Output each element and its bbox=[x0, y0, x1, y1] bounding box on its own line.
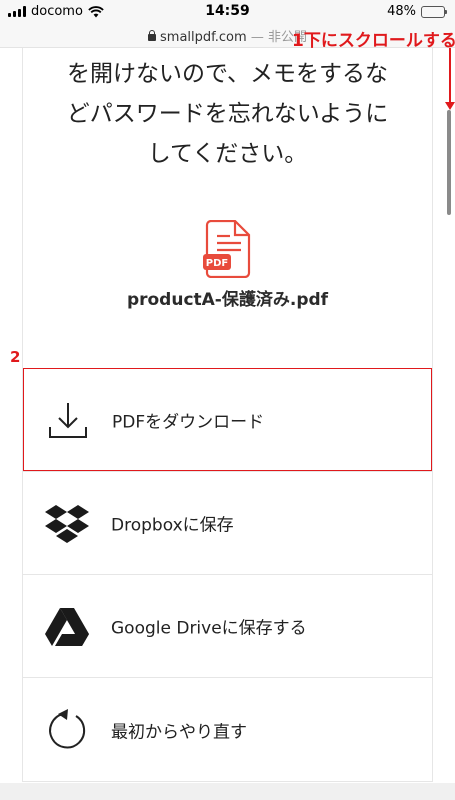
notice-line-1: を開けないので、メモをするな bbox=[66, 61, 389, 87]
notice-line-3: してください。 bbox=[147, 141, 308, 167]
battery-percent: 48% bbox=[387, 4, 416, 19]
save-to-dropbox-button[interactable]: Dropboxに保存 bbox=[23, 471, 432, 574]
pdf-file-icon: PDF bbox=[203, 220, 251, 278]
download-pdf-button[interactable]: PDFをダウンロード bbox=[23, 368, 432, 471]
status-right: 48% bbox=[387, 4, 447, 19]
pdf-badge-label: PDF bbox=[206, 258, 228, 269]
password-notice: を開けないので、メモをするな どパスワードを忘れないように してください。 bbox=[22, 54, 433, 174]
annotation-arrowhead bbox=[445, 102, 455, 110]
scrollbar[interactable] bbox=[447, 110, 451, 215]
dropbox-icon bbox=[45, 501, 89, 545]
start-over-label: 最初からやり直す bbox=[111, 722, 247, 743]
url-domain: smallpdf.com bbox=[160, 30, 247, 45]
save-to-google-drive-button[interactable]: Google Driveに保存する bbox=[23, 574, 432, 677]
download-pdf-label: PDFをダウンロード bbox=[112, 412, 265, 432]
file-name: productA-保護済み.pdf bbox=[126, 290, 329, 310]
annotation-step-1: 1下にスクロールする bbox=[292, 31, 455, 51]
page-footer-band bbox=[0, 783, 455, 800]
save-to-google-drive-label: Google Driveに保存する bbox=[111, 618, 307, 639]
lock-icon bbox=[148, 30, 157, 41]
battery-icon bbox=[421, 5, 447, 18]
notice-line-2: どパスワードを忘れないように bbox=[66, 101, 389, 127]
download-icon bbox=[46, 398, 90, 442]
save-to-dropbox-label: Dropboxに保存 bbox=[111, 515, 234, 536]
restart-icon bbox=[45, 708, 89, 752]
annotation-arrow bbox=[449, 48, 451, 104]
annotation-step-2: 2 bbox=[10, 348, 21, 366]
start-over-button[interactable]: 最初からやり直す bbox=[23, 677, 432, 782]
url-separator: — bbox=[250, 30, 264, 45]
google-drive-icon bbox=[45, 604, 89, 648]
status-bar: docomo 14:59 48% bbox=[0, 0, 455, 22]
